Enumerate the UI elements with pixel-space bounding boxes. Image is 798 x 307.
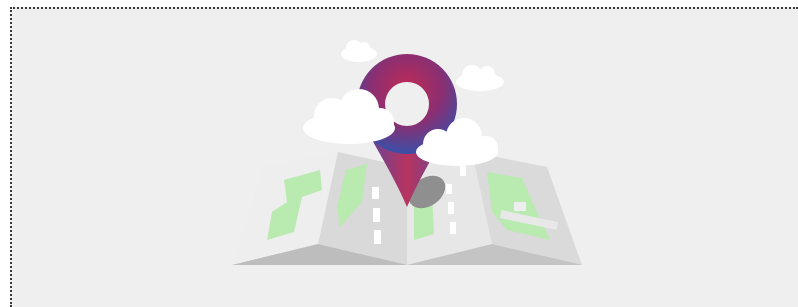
road-block: [450, 222, 456, 234]
road-block: [372, 187, 379, 199]
park-block: [514, 202, 526, 211]
cloud: [341, 40, 377, 62]
road-block: [460, 166, 466, 176]
road-block: [446, 184, 452, 194]
road-block: [374, 230, 381, 244]
cloud: [456, 65, 504, 91]
map-pin-illustration: [232, 40, 582, 265]
road-block: [373, 208, 380, 222]
image-panel: [10, 7, 798, 307]
road-block: [448, 202, 454, 214]
